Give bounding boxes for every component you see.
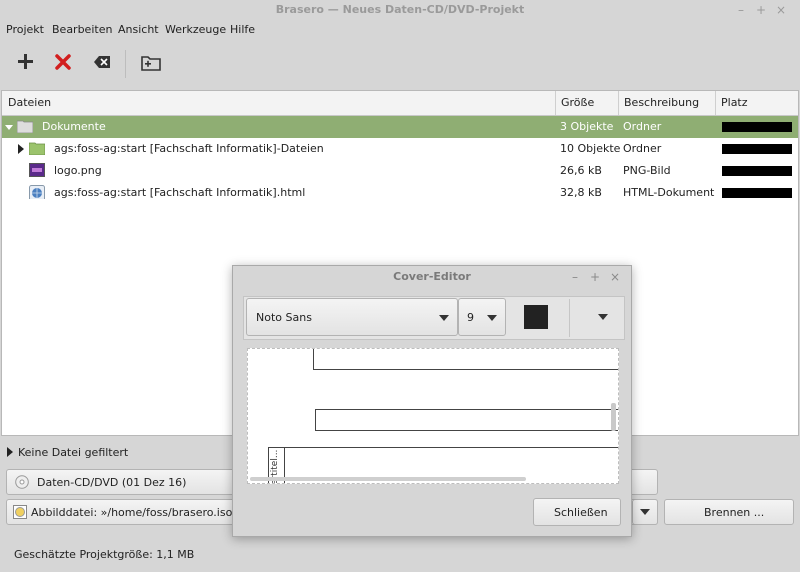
close-dialog-label: Schließen bbox=[554, 506, 608, 519]
file-name: ags:foss-ag:start [Fachschaft Informatik… bbox=[54, 142, 324, 155]
column-platz[interactable]: Platz bbox=[721, 96, 748, 109]
font-selector[interactable]: Noto Sans bbox=[246, 298, 458, 336]
image-file-dropdown[interactable] bbox=[632, 499, 658, 525]
maximize-button[interactable]: + bbox=[752, 0, 770, 20]
column-separator bbox=[618, 91, 619, 115]
dialog-maximize-button[interactable]: + bbox=[587, 266, 603, 288]
close-dialog-button[interactable]: Schließen bbox=[533, 498, 621, 526]
space-bar bbox=[722, 188, 792, 198]
dialog-close-icon[interactable]: × bbox=[607, 266, 623, 288]
expander-expanded-icon[interactable] bbox=[5, 123, 13, 131]
disc-image-icon bbox=[13, 505, 27, 519]
toolbar-separator bbox=[569, 299, 570, 337]
folder-add-icon bbox=[141, 56, 161, 71]
file-description: Ordner bbox=[623, 142, 662, 155]
file-description: Ordner bbox=[623, 120, 662, 133]
menu-werkzeuge[interactable]: Werkzeuge bbox=[165, 23, 226, 36]
file-size: 3 Objekte bbox=[560, 120, 614, 133]
add-files-button[interactable] bbox=[11, 48, 39, 76]
file-list-header: Dateien Größe Beschreibung Platz bbox=[2, 91, 798, 116]
remove-files-button[interactable] bbox=[49, 48, 77, 76]
expander-collapsed-icon[interactable] bbox=[6, 447, 14, 457]
file-description: PNG-Bild bbox=[623, 164, 671, 177]
clear-project-button[interactable] bbox=[88, 48, 116, 76]
font-size-selector[interactable]: 9 bbox=[458, 298, 506, 336]
font-name: Noto Sans bbox=[256, 311, 312, 324]
file-name: ags:foss-ag:start [Fachschaft Informatik… bbox=[54, 186, 306, 199]
file-name: logo.png bbox=[54, 164, 102, 177]
folder-icon bbox=[29, 142, 45, 155]
column-groesse[interactable]: Größe bbox=[561, 96, 594, 109]
window-title: Brasero — Neues Daten-CD/DVD-Projekt bbox=[275, 3, 525, 16]
chevron-down-icon bbox=[439, 315, 449, 321]
backspace-icon bbox=[94, 56, 110, 68]
cover-canvas[interactable]: ertitel... bbox=[247, 348, 619, 484]
burn-button-label: Brennen ... bbox=[704, 506, 765, 519]
file-size: 26,6 kB bbox=[560, 164, 602, 177]
toolbar-separator bbox=[125, 50, 126, 78]
column-separator bbox=[715, 91, 716, 115]
red-x-icon bbox=[55, 54, 71, 70]
plus-icon bbox=[18, 54, 33, 69]
file-size: 10 Objekte bbox=[560, 142, 621, 155]
folder-icon bbox=[17, 120, 33, 133]
horizontal-scrollbar[interactable] bbox=[250, 477, 526, 481]
vertical-scrollbar[interactable] bbox=[611, 403, 616, 431]
disc-icon bbox=[15, 475, 29, 489]
menu-bearbeiten[interactable]: Bearbeiten bbox=[52, 23, 112, 36]
column-separator bbox=[555, 91, 556, 115]
table-row-dokumente[interactable]: Dokumente 3 Objekte Ordner bbox=[2, 116, 798, 138]
space-bar bbox=[722, 166, 792, 176]
project-size-status: Geschätzte Projektgröße: 1,1 MB bbox=[14, 548, 195, 561]
expander-collapsed-icon[interactable] bbox=[17, 144, 25, 154]
dialog-minimize-button[interactable]: – bbox=[567, 266, 583, 288]
toolbar bbox=[0, 44, 800, 84]
brasero-main-window: Brasero — Neues Daten-CD/DVD-Projekt – +… bbox=[0, 0, 800, 572]
more-options-button[interactable] bbox=[590, 305, 614, 329]
image-file-icon bbox=[29, 163, 45, 177]
chevron-down-icon bbox=[487, 315, 497, 321]
disc-label: Daten-CD/DVD (01 Dez 16) bbox=[37, 476, 187, 489]
table-row-html[interactable]: ags:foss-ag:start [Fachschaft Informatik… bbox=[2, 182, 798, 204]
cover-editor-toolbar: Noto Sans 9 bbox=[243, 296, 625, 340]
chevron-down-icon bbox=[640, 509, 650, 515]
minimize-button[interactable]: – bbox=[732, 0, 750, 20]
table-row-folder[interactable]: ags:foss-ag:start [Fachschaft Informatik… bbox=[2, 138, 798, 160]
menubar: Projekt Bearbeiten Ansicht Werkzeuge Hil… bbox=[0, 20, 800, 40]
new-folder-button[interactable] bbox=[137, 48, 165, 76]
table-row-png[interactable]: logo.png 26,6 kB PNG-Bild bbox=[2, 160, 798, 182]
file-size: 32,8 kB bbox=[560, 186, 602, 199]
chevron-down-icon bbox=[598, 314, 608, 320]
burn-button[interactable]: Brennen ... bbox=[664, 499, 794, 525]
text-color-button[interactable] bbox=[524, 305, 548, 329]
column-dateien[interactable]: Dateien bbox=[8, 96, 51, 109]
menu-ansicht[interactable]: Ansicht bbox=[118, 23, 159, 36]
file-name: Dokumente bbox=[42, 120, 106, 133]
image-file-label: Abbilddatei: »/home/foss/brasero.iso« bbox=[31, 506, 240, 519]
filter-expander-label[interactable]: Keine Datei gefiltert bbox=[18, 446, 128, 459]
font-size: 9 bbox=[467, 311, 474, 324]
html-file-icon bbox=[29, 185, 45, 199]
front-cover-text-box[interactable] bbox=[313, 349, 618, 370]
menu-projekt[interactable]: Projekt bbox=[6, 23, 44, 36]
menu-hilfe[interactable]: Hilfe bbox=[230, 23, 255, 36]
column-beschreibung[interactable]: Beschreibung bbox=[624, 96, 699, 109]
space-bar bbox=[722, 122, 792, 132]
close-button[interactable]: × bbox=[772, 0, 790, 20]
back-cover-text-box[interactable] bbox=[315, 409, 618, 431]
space-bar bbox=[722, 144, 792, 154]
cover-editor-dialog: Cover-Editor – + × Noto Sans 9 ertitel..… bbox=[232, 265, 632, 537]
file-description: HTML-Dokument bbox=[623, 186, 715, 199]
